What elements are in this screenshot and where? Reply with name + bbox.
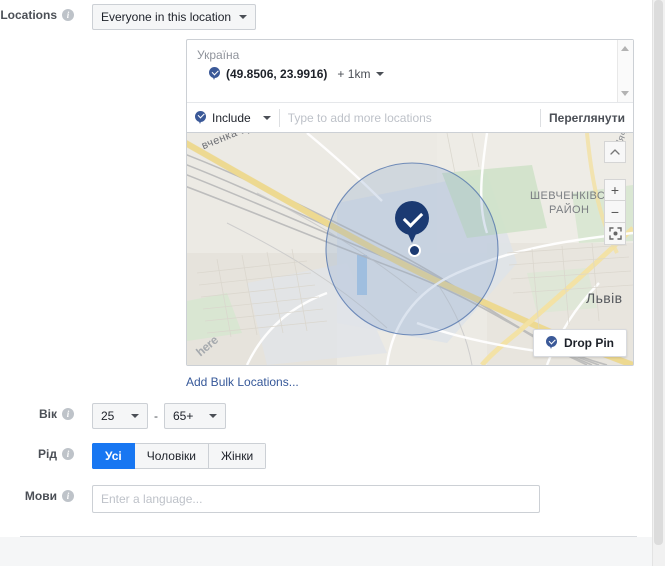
location-coordinates: (49.8506, 23.9916) <box>226 67 328 81</box>
list-item[interactable]: (49.8506, 23.9916) + 1km <box>187 64 633 84</box>
gender-segmented-control: Усі Чоловіки Жінки <box>92 443 267 469</box>
age-min-select[interactable]: 25 <box>92 403 148 429</box>
zoom-controls: + − <box>604 179 626 245</box>
location-search-input[interactable] <box>279 103 541 132</box>
info-icon[interactable]: i <box>62 408 74 420</box>
age-min-value: 25 <box>101 409 115 423</box>
gender-label: Рід <box>38 447 57 461</box>
gender-option-men[interactable]: Чоловіки <box>134 443 209 469</box>
age-range-group: 25 - 65+ <box>92 403 226 429</box>
location-search-row: Include Переглянути <box>187 103 633 133</box>
age-range-separator: - <box>154 409 158 423</box>
map-pin-check-icon[interactable] <box>395 201 429 247</box>
scroll-up-arrow-icon[interactable] <box>621 46 629 51</box>
compass-up-icon[interactable] <box>604 141 626 163</box>
radius-value: + 1km <box>337 67 371 81</box>
gender-option-all[interactable]: Усі <box>92 443 135 469</box>
locations-row: Locations i Everyone in this location <box>0 4 257 30</box>
age-label: Вік <box>38 407 57 421</box>
include-label: Include <box>212 110 251 125</box>
age-row: Вік i 25 - 65+ <box>0 403 226 429</box>
location-map[interactable]: вченка вулиця Р'яч Слава ШЕВЧЕНКІВС РАЙО… <box>187 133 633 365</box>
gender-row: Рід i Усі Чоловіки Жінки <box>0 443 267 469</box>
radius-select[interactable]: + 1km <box>337 67 385 81</box>
minus-icon[interactable]: − <box>604 201 626 223</box>
scroll-down-arrow-icon[interactable] <box>621 91 629 96</box>
chevron-down-icon <box>209 414 217 418</box>
age-max-select[interactable]: 65+ <box>164 403 226 429</box>
audience-type-select[interactable]: Everyone in this location <box>92 4 257 30</box>
drop-pin-label: Drop Pin <box>564 336 614 350</box>
audience-targeting-form: Locations i Everyone in this location Ук… <box>0 0 653 566</box>
chevron-down-icon <box>376 72 385 76</box>
info-icon[interactable]: i <box>62 490 74 502</box>
language-input[interactable] <box>92 485 540 513</box>
compass-up-glyph <box>610 149 620 155</box>
languages-row: Мови i <box>0 485 540 513</box>
gender-label-group: Рід i <box>0 443 80 465</box>
locations-panel: Україна (49.8506, 23.9916) + 1km Include… <box>186 39 634 366</box>
age-label-group: Вік i <box>0 403 80 425</box>
chevron-down-icon <box>262 115 271 120</box>
add-bulk-locations-link[interactable]: Add Bulk Locations... <box>186 375 299 389</box>
chevron-down-icon <box>239 15 248 19</box>
drop-pin-button[interactable]: Drop Pin <box>533 329 627 357</box>
languages-label-group: Мови i <box>0 485 80 507</box>
gender-option-women[interactable]: Жінки <box>208 443 267 469</box>
age-max-value: 65+ <box>173 409 194 423</box>
info-icon[interactable]: i <box>62 448 74 460</box>
include-exclude-select[interactable]: Include <box>187 103 279 132</box>
languages-label: Мови <box>24 489 57 503</box>
selected-locations-list: Україна (49.8506, 23.9916) + 1km <box>187 40 633 103</box>
plus-icon[interactable]: + <box>604 179 626 201</box>
chevron-down-icon <box>131 414 139 418</box>
page-scrollbar-thumb[interactable] <box>654 0 663 545</box>
map-pin-icon <box>195 110 206 125</box>
view-link[interactable]: Переглянути <box>541 111 633 125</box>
footer-area <box>0 537 653 566</box>
recenter-icon[interactable] <box>604 223 626 245</box>
map-controls: + − <box>604 141 626 245</box>
map-pin-icon <box>209 67 220 81</box>
location-country-label: Україна <box>197 48 240 62</box>
audience-type-value: Everyone in this location <box>101 10 232 24</box>
page-scrollbar[interactable] <box>652 0 665 566</box>
recenter-glyph <box>608 227 622 240</box>
locations-list-scrollbar[interactable] <box>617 40 633 102</box>
info-icon[interactable]: i <box>62 9 74 21</box>
locations-label: Locations <box>0 8 57 22</box>
locations-label-group: Locations i <box>0 4 80 26</box>
map-pin-icon <box>546 336 557 350</box>
